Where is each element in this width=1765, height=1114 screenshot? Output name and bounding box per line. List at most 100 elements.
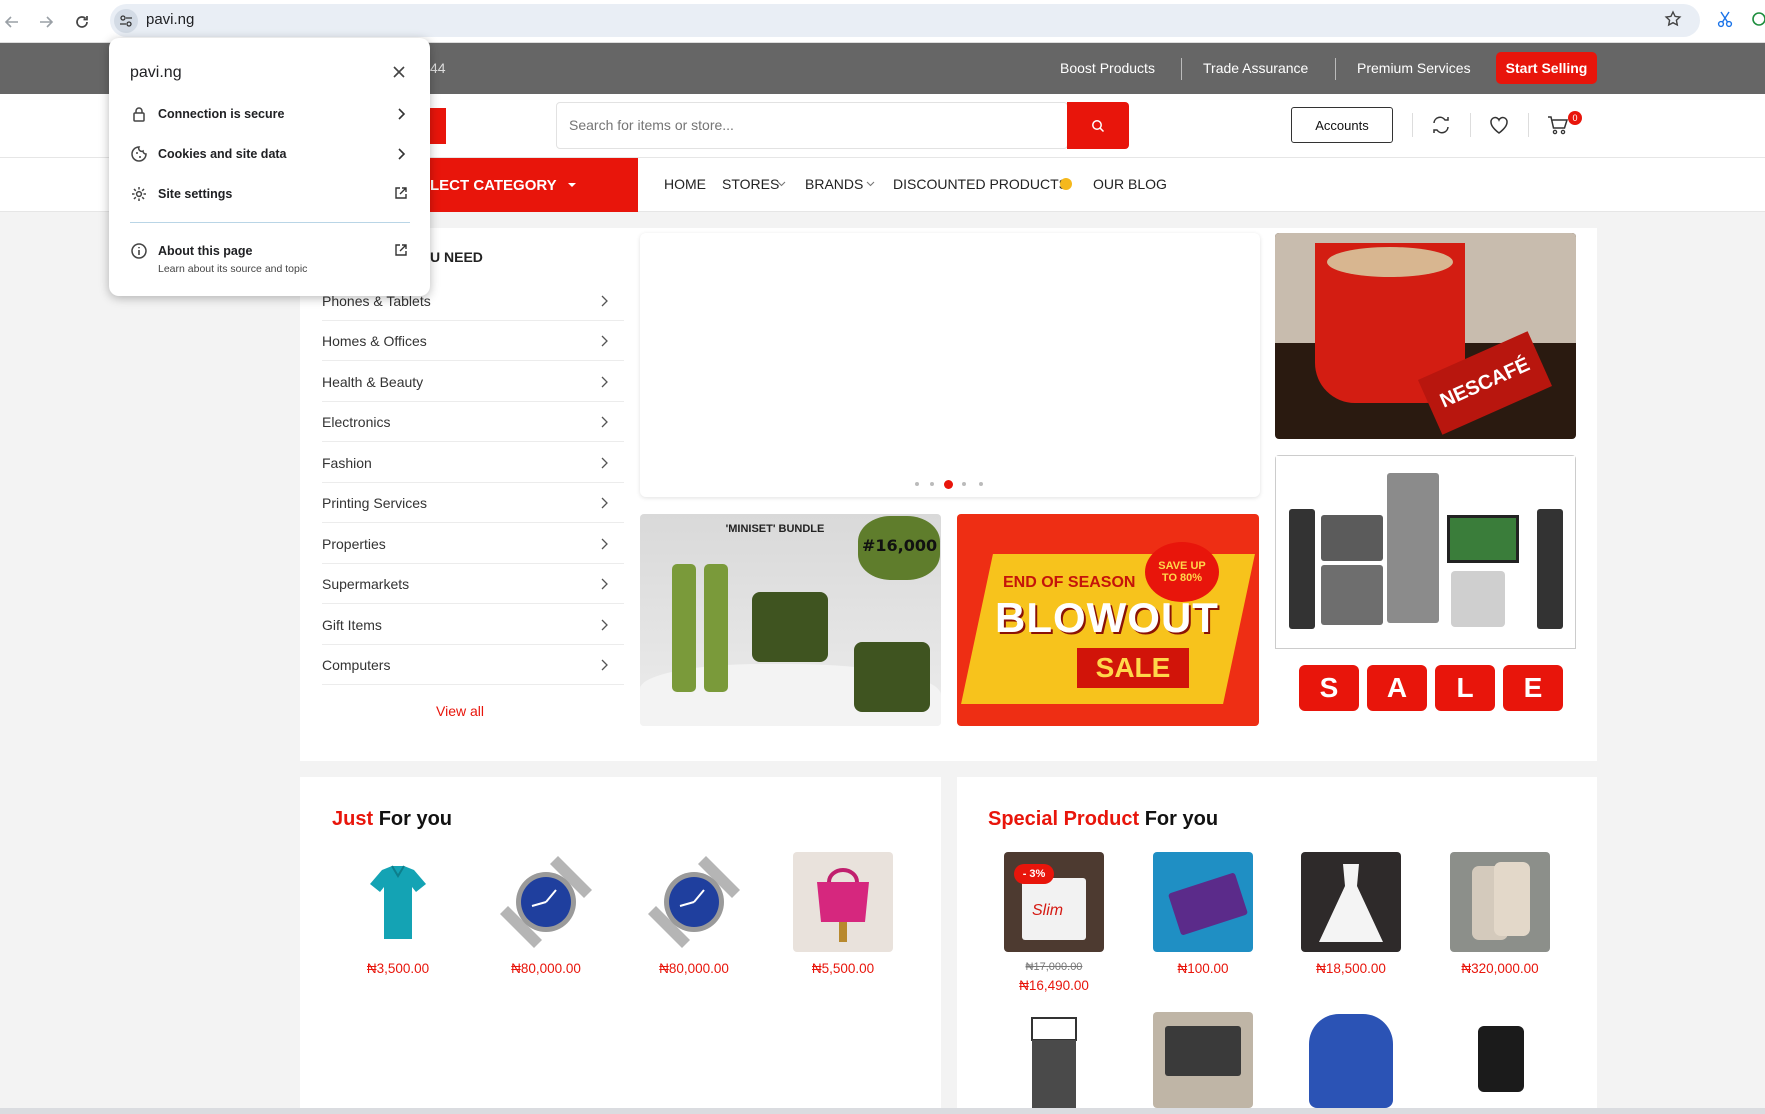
speaker-image	[1537, 509, 1563, 629]
product-price[interactable]: ₦16,490.00	[984, 978, 1124, 993]
select-category-button[interactable]: LECT CATEGORY	[430, 158, 638, 212]
nescafe-banner[interactable]: NESCAFÉ	[1275, 233, 1576, 439]
nav-our-blog[interactable]: OUR BLOG	[1093, 176, 1167, 192]
product-image[interactable]	[1153, 1012, 1253, 1108]
select-category-label: LECT CATEGORY	[430, 176, 557, 194]
back-button[interactable]	[0, 10, 24, 34]
profile-button[interactable]	[1750, 10, 1765, 28]
product-image[interactable]	[1301, 852, 1401, 952]
product-price[interactable]: ₦320,000.00	[1430, 961, 1570, 976]
product-image[interactable]	[1153, 852, 1253, 952]
category-item[interactable]: Supermarkets	[322, 564, 624, 604]
boost-products-link[interactable]: Boost Products	[1060, 60, 1155, 76]
category-label: Printing Services	[322, 494, 428, 511]
divider	[1528, 113, 1529, 137]
search-box	[556, 102, 1068, 149]
cart-count-badge: 0	[1568, 111, 1582, 125]
about-page-label: About this page	[158, 244, 253, 258]
phone-image	[1478, 1026, 1524, 1092]
backpack-image	[1309, 1014, 1393, 1108]
category-label: Health & Beauty	[322, 373, 424, 390]
divider	[1412, 113, 1413, 137]
chevron-right-icon	[601, 457, 608, 468]
nav-home[interactable]: HOME	[664, 176, 706, 192]
compare-button[interactable]	[1427, 111, 1455, 139]
close-button[interactable]	[391, 64, 407, 80]
cart-icon	[1548, 116, 1569, 135]
product-image[interactable]	[496, 852, 596, 952]
product-image[interactable]	[1301, 1012, 1401, 1108]
section-title-rest: For you	[1144, 808, 1219, 830]
extension-button[interactable]	[1716, 10, 1734, 28]
product-price[interactable]: ₦80,000.00	[624, 961, 764, 976]
category-item[interactable]: Health & Beauty	[322, 362, 624, 402]
blowout-text: BLOWOUT	[995, 594, 1219, 641]
category-label: Gift Items	[322, 616, 382, 633]
address-bar[interactable]	[110, 4, 1700, 37]
site-info-button[interactable]	[114, 9, 138, 33]
oven-image	[1321, 565, 1383, 625]
hero-slider[interactable]	[640, 233, 1260, 497]
miniset-bundle-banner[interactable]: 'MINISET' BUNDLE #16,000	[640, 514, 941, 726]
view-all-link[interactable]: View all	[436, 703, 484, 719]
category-item[interactable]: Homes & Offices	[322, 321, 624, 361]
reload-button[interactable]	[70, 10, 94, 34]
site-logo-fragment[interactable]	[430, 108, 446, 144]
wishlist-button[interactable]	[1485, 111, 1513, 139]
category-item[interactable]: Computers	[322, 645, 624, 685]
info-icon	[131, 243, 147, 259]
slider-dot[interactable]	[915, 482, 919, 486]
divider	[1181, 58, 1182, 80]
divider	[130, 222, 410, 223]
forward-button[interactable]	[34, 10, 58, 34]
discount-badge: - 3%	[1014, 864, 1054, 884]
product-image[interactable]	[348, 852, 448, 952]
category-item[interactable]: Gift Items	[322, 605, 624, 645]
washer-image	[1451, 571, 1505, 627]
chevron-right-icon	[398, 148, 406, 160]
product-image[interactable]	[644, 852, 744, 952]
bookmark-star-icon	[1664, 10, 1682, 27]
section-title: Just For you	[332, 808, 452, 831]
nav-stores[interactable]: STORES	[722, 176, 779, 192]
accounts-button[interactable]: Accounts	[1291, 107, 1393, 143]
category-item[interactable]: Fashion	[322, 443, 624, 483]
product-image[interactable]	[1450, 852, 1550, 952]
gear-icon	[132, 187, 146, 201]
premium-services-link[interactable]: Premium Services	[1357, 60, 1471, 76]
start-selling-button[interactable]: Start Selling	[1496, 52, 1597, 84]
category-item[interactable]: Electronics	[322, 402, 624, 442]
watch-icon	[648, 856, 740, 948]
product-image[interactable]	[1004, 1012, 1104, 1108]
section-title-accent: Just	[332, 808, 374, 830]
nav-discounted-products[interactable]: DISCOUNTED PRODUCTS	[893, 176, 1068, 192]
product-price[interactable]: ₦100.00	[1133, 961, 1273, 976]
blowout-sale-banner[interactable]: SAVE UP TO 80% END OF SEASON BLOWOUT SAL…	[957, 514, 1259, 726]
slider-dot[interactable]	[962, 482, 966, 486]
cookie-icon	[131, 146, 147, 162]
external-link-icon	[395, 187, 407, 199]
url-text[interactable]: pavi.ng	[146, 11, 194, 28]
product-image[interactable]	[1450, 1012, 1550, 1108]
appliances-sale-banner[interactable]: S A L E	[1275, 455, 1576, 729]
product-price[interactable]: ₦3,500.00	[328, 961, 468, 976]
product-price[interactable]: ₦18,500.00	[1281, 961, 1421, 976]
product-price[interactable]: ₦5,500.00	[773, 961, 913, 976]
dress-icon	[1319, 864, 1383, 942]
product-image[interactable]	[793, 852, 893, 952]
phone-number-fragment: 44	[430, 60, 446, 76]
category-item[interactable]: Printing Services	[322, 483, 624, 523]
slider-dot[interactable]	[930, 482, 934, 486]
nav-brands[interactable]: BRANDS	[805, 176, 863, 192]
slider-dot-active[interactable]	[944, 480, 953, 489]
slider-dot[interactable]	[979, 482, 983, 486]
section-title-rest: For you	[378, 808, 453, 830]
trade-assurance-link[interactable]: Trade Assurance	[1203, 60, 1308, 76]
product-price[interactable]: ₦80,000.00	[476, 961, 616, 976]
search-input[interactable]	[557, 103, 1047, 147]
bookmark-button[interactable]	[1664, 10, 1682, 28]
category-item[interactable]: Properties	[322, 524, 624, 564]
search-button[interactable]	[1067, 102, 1129, 149]
horizontal-scrollbar[interactable]	[0, 1108, 1765, 1114]
sale-tags: S A L E	[1299, 665, 1563, 711]
